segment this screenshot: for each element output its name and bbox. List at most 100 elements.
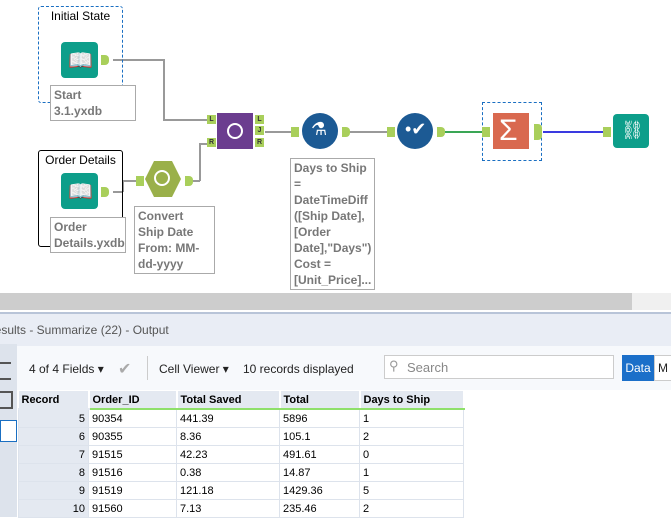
browse-tool[interactable]: ⛓ xyxy=(613,114,649,148)
table-cell[interactable]: 9 xyxy=(18,481,89,500)
tool-annotation: Days to Ship = DateTimeDiff ([Ship Date]… xyxy=(290,158,375,290)
table-cell[interactable]: 1 xyxy=(359,463,464,482)
table-cell[interactable]: 91515 xyxy=(88,445,177,464)
table-cell[interactable]: 10 xyxy=(18,499,89,518)
table-cell[interactable]: 0.38 xyxy=(176,463,280,482)
table-row[interactable]: 7 91515 42.23 491.61 0 xyxy=(18,445,464,464)
table-cell[interactable]: 14.87 xyxy=(279,463,360,482)
table-cell[interactable]: 441.39 xyxy=(176,408,280,428)
table-cell[interactable]: 1 xyxy=(359,408,464,428)
table-cell[interactable]: 90354 xyxy=(88,408,177,428)
scrollbar-thumb[interactable] xyxy=(0,293,632,310)
input-anchor[interactable] xyxy=(136,176,144,186)
summarize-tool[interactable]: Σ xyxy=(493,113,529,149)
metadata-button[interactable]: M xyxy=(654,355,671,381)
wire xyxy=(122,180,136,182)
table-cell[interactable]: 90355 xyxy=(88,427,177,446)
input-data-tool-start[interactable]: 📖 xyxy=(61,42,98,78)
table-cell[interactable]: 6 xyxy=(18,427,89,446)
results-toolbar: 4 of 4 Fields ▾ ✔ Cell Viewer ▾ 10 recor… xyxy=(17,346,671,390)
results-header: Results - Summarize (22) - Output xyxy=(0,312,671,346)
table-cell[interactable]: 0 xyxy=(359,445,464,464)
table-cell[interactable]: 121.18 xyxy=(176,481,280,500)
output-anchor[interactable] xyxy=(534,124,542,140)
input-anchor[interactable] xyxy=(387,127,395,137)
join-left-output[interactable]: L xyxy=(255,115,264,124)
input-anchor[interactable] xyxy=(482,127,490,137)
table-row[interactable]: 9 91519 121.18 1429.36 5 xyxy=(18,481,464,500)
column-header-total-saved[interactable]: Total Saved xyxy=(176,391,281,410)
clock-icon xyxy=(154,170,170,186)
table-cell[interactable]: 8.36 xyxy=(176,427,280,446)
workflow-canvas[interactable]: Initial State Order Details 📖 Start 3.1.… xyxy=(0,0,671,290)
data-button[interactable]: Data xyxy=(622,355,654,381)
output-anchor[interactable] xyxy=(185,176,193,186)
join-right-input[interactable]: R xyxy=(207,138,216,147)
cell-viewer-dropdown[interactable]: Cell Viewer ▾ xyxy=(159,362,229,376)
check-icon: •✔ xyxy=(405,119,427,139)
tool-annotation: Convert Ship Date From: MM-dd-yyyy xyxy=(134,206,215,274)
horizontal-scrollbar[interactable] xyxy=(0,293,671,310)
wire xyxy=(163,59,165,120)
book-icon: 📖 xyxy=(68,181,93,203)
input-data-tool-orders[interactable]: 📖 xyxy=(61,173,98,209)
table-cell[interactable]: 5 xyxy=(359,481,464,500)
table-row[interactable]: 5 90354 441.39 5896 1 xyxy=(18,408,464,428)
apply-check-icon[interactable]: ✔ xyxy=(118,359,131,379)
search-input[interactable]: ⚲ Search xyxy=(384,355,614,379)
table-cell[interactable]: 42.23 xyxy=(176,445,280,464)
table-cell[interactable]: 91516 xyxy=(88,463,177,482)
table-cell[interactable]: 7.13 xyxy=(176,499,280,518)
wire xyxy=(350,131,390,133)
table-row[interactable]: 10 91560 7.13 235.46 2 xyxy=(18,499,464,518)
datetime-tool[interactable] xyxy=(145,161,181,197)
tool-annotation: Order Details.yxdb xyxy=(50,217,126,253)
column-header-days-to-ship[interactable]: Days to Ship xyxy=(359,391,465,410)
search-icon: ⚲ xyxy=(389,358,399,373)
column-header-total[interactable]: Total xyxy=(279,391,361,410)
table-icon[interactable] xyxy=(0,391,13,409)
container-title: Initial State xyxy=(50,9,111,23)
table-header-row: Record Order_ID Total Saved Total Days t… xyxy=(18,391,465,410)
join-icon xyxy=(227,123,243,139)
table-cell[interactable]: 105.1 xyxy=(279,427,360,446)
table-cell[interactable]: 7 xyxy=(18,445,89,464)
table-cell[interactable]: 5896 xyxy=(279,408,360,428)
results-table: Record Order_ID Total Saved Total Days t… xyxy=(18,391,465,518)
join-left-input[interactable]: L xyxy=(207,115,216,124)
sigma-icon: Σ xyxy=(499,114,518,147)
column-header-order-id[interactable]: Order_ID xyxy=(88,391,178,410)
output-anchor[interactable] xyxy=(437,127,445,137)
fields-dropdown[interactable]: 4 of 4 Fields ▾ xyxy=(29,362,104,376)
table-row[interactable]: 6 90355 8.36 105.1 2 xyxy=(18,427,464,446)
wire xyxy=(163,119,207,121)
formula-tool[interactable]: ⚗ xyxy=(302,113,338,149)
list-icon[interactable] xyxy=(0,362,11,380)
table-cell[interactable]: 2 xyxy=(359,499,464,518)
flask-icon: ⚗ xyxy=(311,119,328,139)
table-cell[interactable]: 8 xyxy=(18,463,89,482)
output-anchor[interactable] xyxy=(101,55,109,65)
table-cell[interactable]: 491.61 xyxy=(279,445,360,464)
table-row[interactable]: 8 91516 0.38 14.87 1 xyxy=(18,463,464,482)
wire xyxy=(199,143,201,181)
table-cell[interactable]: 5 xyxy=(18,408,89,428)
input-anchor[interactable] xyxy=(291,127,299,137)
hexagon-icon[interactable] xyxy=(0,420,17,442)
table-cell[interactable]: 2 xyxy=(359,427,464,446)
results-title: Results - Summarize (22) - Output xyxy=(0,323,169,337)
table-cell[interactable]: 235.46 xyxy=(279,499,360,518)
output-anchor[interactable] xyxy=(342,127,350,137)
join-join-output[interactable]: J xyxy=(255,126,264,135)
output-anchor[interactable] xyxy=(101,187,109,197)
results-side-panel xyxy=(0,344,17,517)
table-cell[interactable]: 91519 xyxy=(88,481,177,500)
join-tool[interactable] xyxy=(217,113,253,149)
table-cell[interactable]: 91560 xyxy=(88,499,177,518)
select-tool[interactable]: •✔ xyxy=(397,113,433,149)
column-header-record[interactable]: Record xyxy=(18,391,90,410)
join-right-output[interactable]: R xyxy=(255,138,264,147)
tool-annotation: Start 3.1.yxdb xyxy=(50,85,136,121)
table-cell[interactable]: 1429.36 xyxy=(279,481,360,500)
input-anchor[interactable] xyxy=(603,127,611,137)
